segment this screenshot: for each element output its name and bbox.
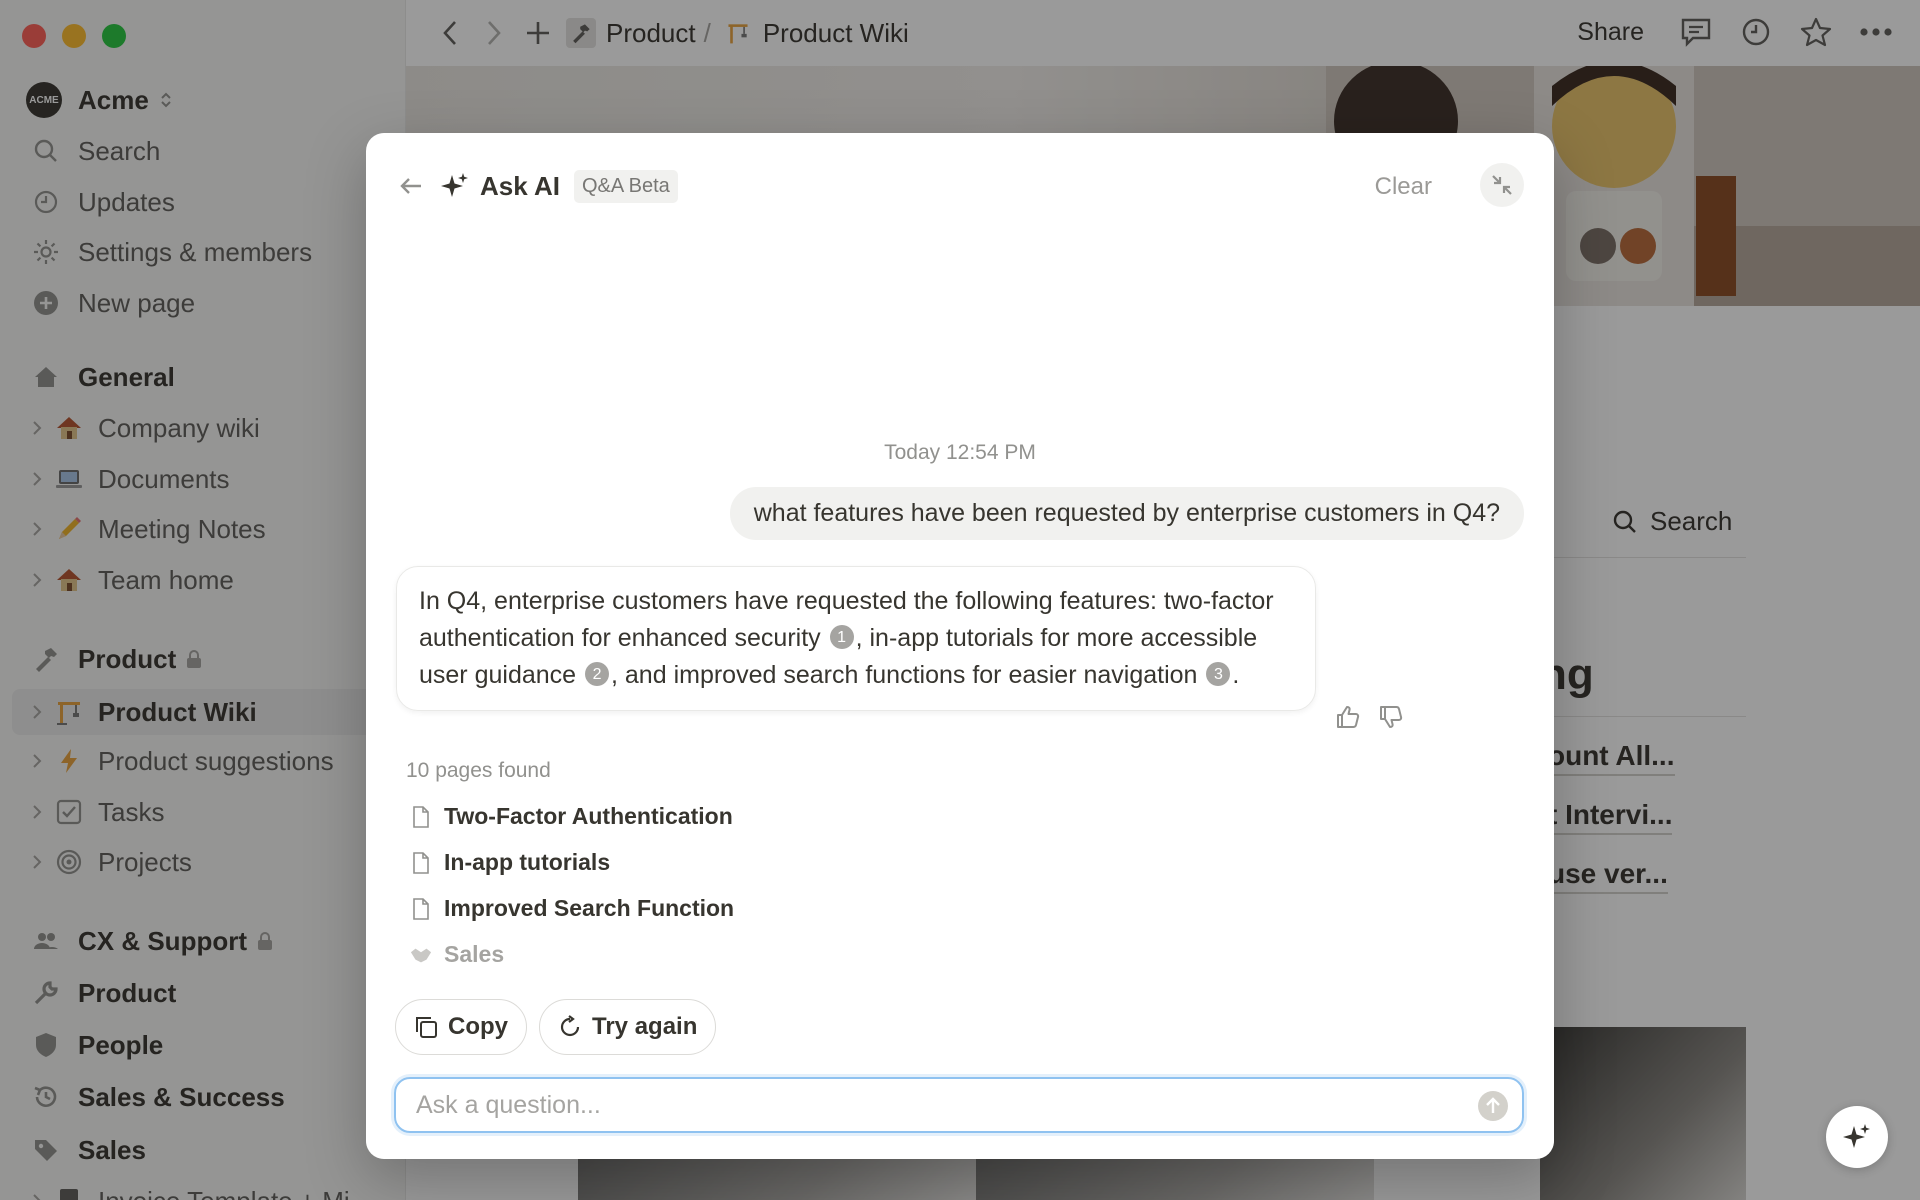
ask-ai-modal: Ask AI Q&A Beta Clear Today 12:54 PM wha… [366,133,1554,1159]
send-arrow-icon[interactable] [1478,1091,1508,1121]
source-link[interactable]: Two-Factor Authentication [410,803,733,830]
page-icon [410,850,432,876]
conversation-timestamp: Today 12:54 PM [884,441,1036,464]
try-again-button[interactable]: Try again [539,999,717,1055]
citation-badge[interactable]: 3 [1206,662,1231,687]
handshake-icon [410,942,432,968]
ask-question-input[interactable] [416,1090,1416,1120]
sparkle-icon [1842,1122,1872,1152]
page-icon [410,896,432,922]
modal-title: Ask AI [480,170,560,201]
collapse-icon[interactable] [1480,163,1524,207]
answer-text: . [1232,661,1240,689]
ask-question-field[interactable] [394,1077,1524,1133]
source-link[interactable]: Improved Search Function [410,895,734,922]
answer-text: , and improved search functions for easi… [611,661,1198,689]
back-arrow-icon[interactable] [396,171,426,201]
citation-badge[interactable]: 1 [829,625,854,650]
source-title: In-app tutorials [444,849,611,875]
refresh-icon [558,1015,582,1039]
modal-header: Ask AI Q&A Beta Clear [396,163,1524,209]
try-again-label: Try again [592,1013,698,1040]
beta-badge: Q&A Beta [573,169,678,203]
thumbs-down-icon[interactable] [1374,700,1408,734]
page-icon [410,804,432,830]
user-question-bubble: what features have been requested by ent… [729,487,1524,540]
ai-answer-bubble: In Q4, enterprise customers have request… [396,566,1316,711]
pages-found-label: 10 pages found [406,759,551,782]
thumbs-up-icon[interactable] [1331,700,1365,734]
copy-label: Copy [448,1013,508,1040]
citation-badge[interactable]: 2 [585,662,610,687]
clear-button[interactable]: Clear [1375,173,1432,201]
ai-assistant-button[interactable] [1826,1106,1888,1168]
source-title: Improved Search Function [444,895,735,921]
source-title: Sales [444,941,505,967]
source-title: Two-Factor Authentication [444,803,733,829]
sparkle-icon [440,171,470,201]
source-link[interactable]: In-app tutorials [410,849,610,876]
copy-button[interactable]: Copy [395,999,527,1055]
source-link[interactable]: Sales [410,941,504,968]
copy-icon [414,1015,438,1039]
